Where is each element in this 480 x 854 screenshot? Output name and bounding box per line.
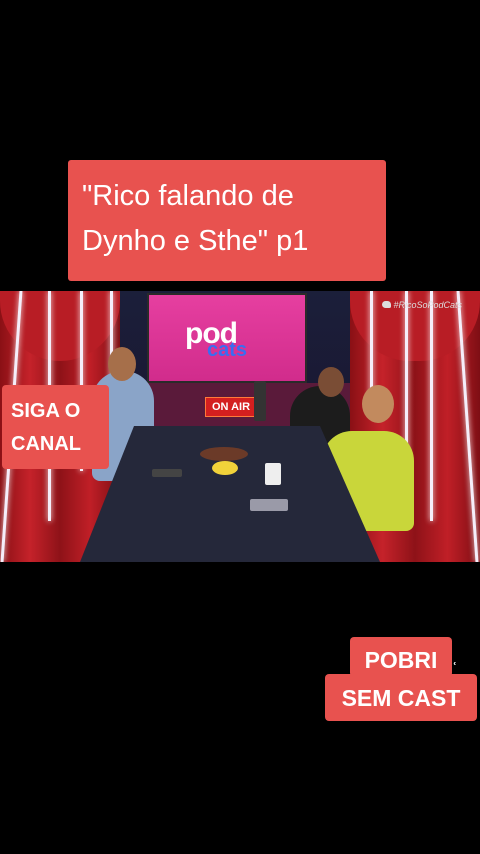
follow-channel-caption: SIGA O CANAL [2, 385, 109, 469]
thermos [254, 381, 266, 421]
snack-plate [200, 447, 248, 461]
mug [265, 463, 281, 485]
guest-dark-head [318, 367, 344, 397]
pobri-caption-line1: POBRI [350, 637, 452, 677]
on-air-sign: ON AIR [205, 397, 257, 417]
follow-caption-line2: CANAL [11, 433, 81, 455]
twitter-icon [382, 301, 392, 308]
watermark: #RicoSoPodCats [382, 300, 462, 310]
title-caption-line1: "Rico falando de [82, 180, 294, 212]
neon-light [430, 291, 433, 521]
podcats-screen: pod cats [147, 293, 307, 383]
follow-caption-line1: SIGA O [11, 400, 81, 422]
title-caption-line2: Dynho e Sthe" p1 [82, 225, 309, 257]
pobri-sem-cast-caption: POBRI SEM CAST ʿ [325, 637, 477, 721]
watermark-text: #RicoSoPodCats [393, 300, 462, 310]
phone-on-table [250, 499, 288, 511]
screen-logo-bottom: cats [207, 339, 248, 361]
title-caption: "Rico falando de Dynho e Sthe" p1 [68, 160, 386, 281]
guest-yellow-head [362, 385, 394, 423]
neon-light [405, 291, 408, 461]
host-rico-head [108, 347, 136, 381]
pobri-caption-tail: ʿ [452, 661, 458, 678]
phone-on-table [152, 469, 182, 477]
snack-bowl [212, 461, 238, 475]
